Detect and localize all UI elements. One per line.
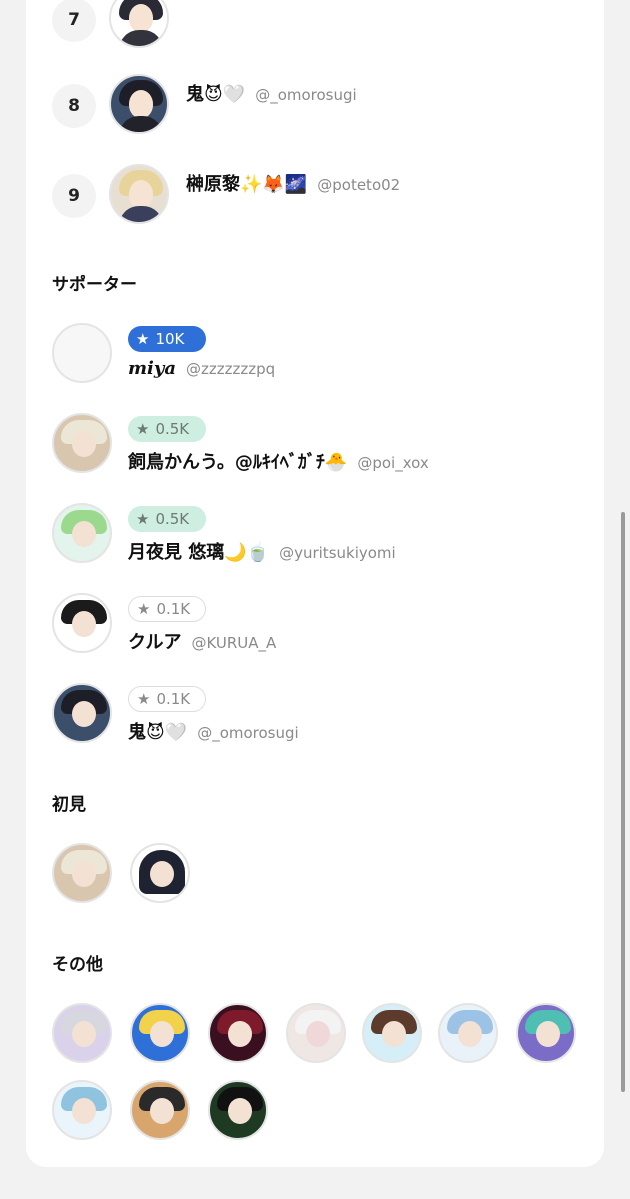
- support-badge: ★ 0.5K: [128, 416, 206, 442]
- avatar[interactable]: [130, 1003, 190, 1063]
- avatar[interactable]: [52, 843, 112, 903]
- star-icon: ★: [137, 600, 151, 618]
- avatar[interactable]: [130, 1080, 190, 1140]
- avatar[interactable]: [52, 503, 112, 563]
- star-icon: ★: [137, 690, 151, 708]
- user-name: クルア: [128, 632, 182, 653]
- user-handle: @_omorosugi: [255, 86, 357, 104]
- section-title-others: その他: [52, 955, 103, 975]
- avatar[interactable]: [52, 683, 112, 743]
- user-handle: @yuritsukiyomi: [279, 544, 396, 562]
- user-name: miya: [128, 358, 177, 379]
- avatar[interactable]: [286, 1003, 346, 1063]
- avatar[interactable]: [208, 1003, 268, 1063]
- avatar[interactable]: [438, 1003, 498, 1063]
- avatar[interactable]: [52, 1080, 112, 1140]
- user-handle: @poteto02: [317, 176, 401, 194]
- avatar[interactable]: [109, 164, 169, 224]
- user-handle: @_omorosugi: [197, 724, 299, 742]
- avatar[interactable]: [208, 1080, 268, 1140]
- rank-badge: 8: [52, 84, 96, 128]
- scrollbar[interactable]: [621, 512, 625, 1092]
- user-handle: @KURUA_A: [191, 634, 277, 652]
- support-badge: ★ 0.1K: [128, 686, 206, 712]
- avatar[interactable]: [52, 1003, 112, 1063]
- rank-badge: 7: [52, 0, 96, 42]
- avatar[interactable]: [52, 413, 112, 473]
- section-title-supporters: サポーター: [52, 275, 137, 295]
- support-badge: ★ 0.5K: [128, 506, 206, 532]
- user-name: 榊原黎✨🦊🌌: [186, 174, 308, 195]
- user-handle: @poi_xox: [357, 454, 429, 472]
- star-icon: ★: [136, 510, 150, 528]
- support-badge: ★ 10K: [128, 326, 206, 352]
- user-name: 月夜見 悠璃🌙🍵: [128, 542, 270, 563]
- avatar[interactable]: [130, 843, 190, 903]
- section-title-first-time: 初見: [52, 795, 86, 815]
- avatar[interactable]: [362, 1003, 422, 1063]
- support-badge: ★ 0.1K: [128, 596, 206, 622]
- avatar[interactable]: [52, 593, 112, 653]
- user-handle: @zzzzzzzpq: [186, 360, 276, 378]
- user-name: 鬼😈🤍: [186, 84, 246, 105]
- avatar[interactable]: [52, 323, 112, 383]
- star-icon: ★: [136, 330, 150, 348]
- user-name: 鬼😈🤍: [128, 722, 188, 743]
- user-name: 飼鳥かんう。@ﾙｷｲﾍﾞｶﾞﾁ🐣: [128, 452, 348, 473]
- star-icon: ★: [136, 420, 150, 438]
- avatar[interactable]: [109, 74, 169, 134]
- avatar[interactable]: [516, 1003, 576, 1063]
- rank-badge: 9: [52, 174, 96, 218]
